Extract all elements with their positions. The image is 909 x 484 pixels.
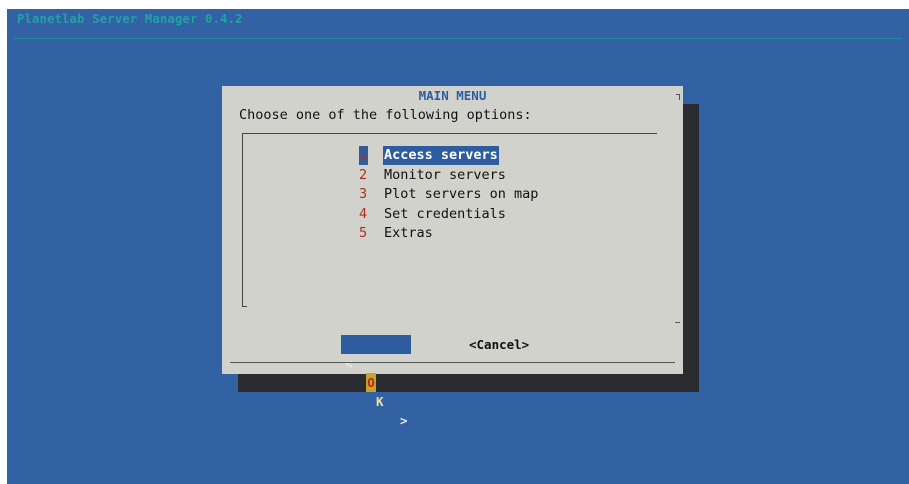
- cancel-button[interactable]: <Cancel>: [469, 335, 529, 354]
- menu-item-tag: 1: [359, 146, 368, 165]
- menu-list: 1 Access servers 2 Monitor servers 3 Plot s…: [359, 146, 538, 244]
- button-row: < O K > <Cancel>: [222, 335, 683, 428]
- menu-item-tag: 3: [359, 186, 368, 202]
- button-separator: [230, 362, 675, 363]
- menu-item-tag: 2: [359, 166, 368, 183]
- menu-item-monitor-servers[interactable]: 2 Monitor servers: [359, 166, 538, 186]
- dialog-title: MAIN MENU: [418, 88, 487, 103]
- menu-item-access-servers[interactable]: 1 Access servers: [359, 146, 538, 166]
- ok-hotkey: O: [366, 373, 376, 392]
- menu-item-extras[interactable]: 5 Extras: [359, 224, 538, 244]
- menu-item-label: Plot servers on map: [384, 186, 539, 202]
- ok-button[interactable]: < O K >: [341, 335, 411, 428]
- dialog-side-mark: [675, 322, 680, 323]
- ok-bracket-left: <: [345, 356, 353, 371]
- dialog-prompt: Choose one of the following options:: [239, 107, 532, 123]
- menu-item-tag: 5: [359, 225, 368, 241]
- menu-item-tag: 4: [359, 205, 368, 222]
- menu-item-plot-servers[interactable]: 3 Plot servers on map: [359, 185, 538, 205]
- terminal-screen: Planetlab Server Manager 0.4.2 MAIN MENU…: [7, 9, 909, 484]
- backtitle: Planetlab Server Manager 0.4.2: [17, 12, 243, 26]
- ok-label-rest: K: [376, 394, 384, 409]
- backtitle-divider: [14, 38, 902, 39]
- menu-item-label: Monitor servers: [384, 166, 506, 183]
- main-menu-dialog: MAIN MENU Choose one of the following op…: [222, 86, 683, 428]
- menu-box-corner: [242, 306, 247, 307]
- menu-item-label: Extras: [384, 225, 433, 241]
- menu-item-label: Set credentials: [384, 205, 506, 222]
- menu-item-set-credentials[interactable]: 4 Set credentials: [359, 205, 538, 225]
- ok-bracket-right: >: [400, 413, 408, 428]
- dialog-corner-mark-h: [676, 94, 680, 95]
- menu-item-label: Access servers: [383, 146, 499, 165]
